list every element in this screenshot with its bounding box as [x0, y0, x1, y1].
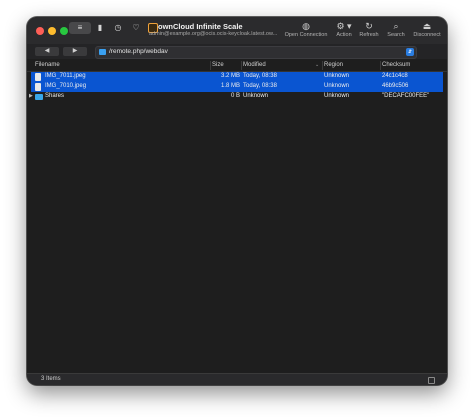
back-button[interactable]: ◀ — [35, 47, 59, 56]
app-window: ≡ ▮ ◷ ♡ ownCloud Infinite Scale admin@ex… — [27, 17, 447, 385]
toolbar: ≡ ▮ ◷ ♡ ownCloud Infinite Scale admin@ex… — [27, 17, 447, 44]
lock-icon — [428, 377, 435, 384]
column-divider — [210, 61, 211, 70]
path-select[interactable]: /remote.php/webdav ⇵ — [95, 46, 417, 59]
search-button[interactable]: ⌕ Search — [385, 21, 407, 38]
column-divider — [322, 61, 323, 70]
cell-checksum: 46b9c506 — [382, 83, 409, 89]
zoom-window-button[interactable] — [60, 27, 68, 35]
table-row[interactable]: IMG_7011.jpeg 3.2 MB Today, 08:38 Unknow… — [31, 72, 443, 82]
refresh-button[interactable]: ↻ Refresh — [357, 21, 381, 38]
cell-modified: Today, 08:38 — [243, 73, 277, 79]
bonjour-icon[interactable]: ♡ — [131, 23, 141, 33]
history-icon[interactable]: ◷ — [113, 23, 123, 33]
search-icon: ⌕ — [393, 21, 399, 31]
action-button[interactable]: ⚙ ▾ Action — [332, 21, 356, 38]
search-label: Search — [387, 32, 405, 38]
column-divider — [241, 61, 242, 70]
close-window-button[interactable] — [36, 27, 44, 35]
eject-icon: ⏏ — [422, 21, 432, 31]
table-header: Filename Size Modified ⌄ Region Checksum — [27, 60, 447, 72]
item-count: 3 Items — [41, 376, 61, 382]
path-bar: ◀ ▶ /remote.php/webdav ⇵ — [27, 44, 447, 59]
cell-region: Unknown — [324, 93, 350, 99]
cell-checksum: "DECAFC00FEE" — [382, 93, 430, 99]
column-filename[interactable]: Filename — [35, 62, 60, 68]
gear-icon: ⚙ ▾ — [336, 21, 352, 31]
refresh-label: Refresh — [359, 32, 379, 38]
sort-indicator-icon: ⌄ — [315, 62, 320, 68]
column-modified[interactable]: Modified — [243, 62, 266, 68]
cell-filename: Shares — [45, 93, 65, 99]
action-label: Action — [336, 32, 352, 38]
image-file-icon — [35, 73, 41, 81]
cell-region: Unknown — [324, 83, 350, 89]
globe-icon: ◍ — [302, 21, 310, 31]
window-title: ownCloud Infinite Scale — [158, 22, 243, 31]
bookmark-icon[interactable]: ▮ — [95, 23, 105, 33]
cell-size: 0 B — [230, 93, 240, 99]
window-subtitle: admin@example.org@ocis.ocis-keycloak.lat… — [149, 31, 278, 37]
status-bar: 3 Items — [27, 373, 447, 385]
cell-size: 1.8 MB — [220, 83, 240, 89]
column-size[interactable]: Size — [212, 62, 224, 68]
view-toggle-icon[interactable]: ≡ — [69, 22, 91, 34]
cell-filename: IMG_7011.jpeg — [45, 73, 86, 79]
image-file-icon — [35, 83, 41, 91]
cell-filename: IMG_7010.jpeg — [45, 83, 87, 89]
open-connection-button[interactable]: ◍ Open Connection — [283, 21, 329, 38]
column-checksum[interactable]: Checksum — [382, 62, 410, 68]
table-row[interactable]: ▶ Shares 0 B Unknown Unknown "DECAFC00FE… — [29, 92, 443, 102]
column-region[interactable]: Region — [324, 62, 343, 68]
folder-icon — [99, 49, 106, 55]
disconnect-button[interactable]: ⏏ Disconnect — [410, 21, 444, 38]
folder-icon — [35, 94, 43, 100]
cell-modified: Unknown — [243, 93, 269, 99]
cell-checksum: 24c1c4c8 — [382, 73, 408, 79]
path-value: /remote.php/webdav — [109, 48, 168, 55]
path-dropdown-icon[interactable]: ⇵ — [406, 48, 414, 56]
forward-button[interactable]: ▶ — [63, 47, 87, 56]
disclosure-triangle-icon[interactable]: ▶ — [29, 93, 33, 99]
open-connection-label: Open Connection — [284, 32, 328, 38]
cell-modified: Today, 08:38 — [243, 83, 277, 89]
table-row[interactable]: IMG_7010.jpeg 1.8 MB Today, 08:38 Unknow… — [31, 82, 443, 92]
refresh-icon: ↻ — [365, 21, 373, 31]
cell-size: 3.2 MB — [220, 73, 240, 79]
minimize-window-button[interactable] — [48, 27, 56, 35]
disconnect-label: Disconnect — [413, 32, 441, 38]
column-divider — [380, 61, 381, 70]
cell-region: Unknown — [324, 73, 350, 79]
